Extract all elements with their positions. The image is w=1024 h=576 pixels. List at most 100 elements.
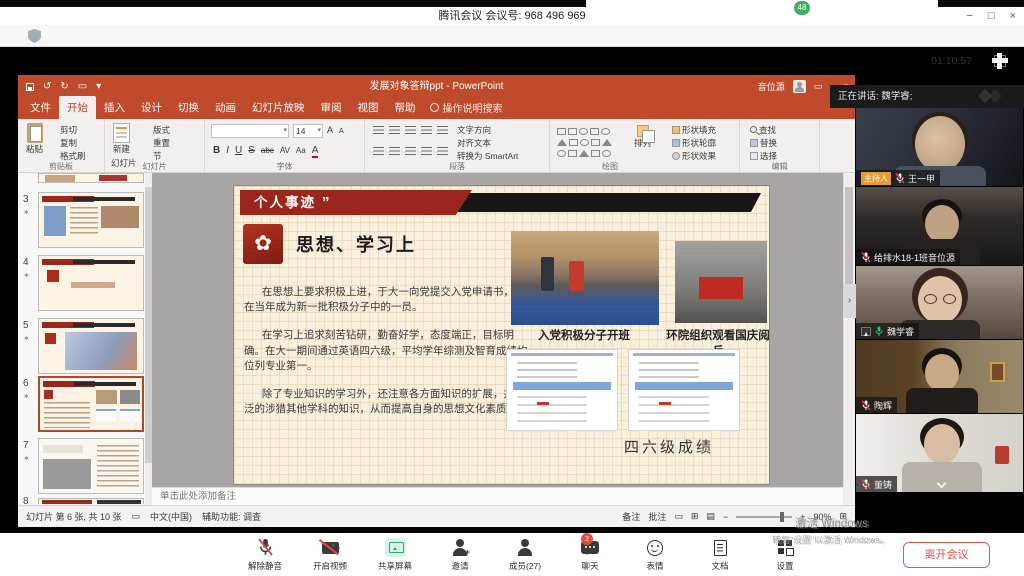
tab-home[interactable]: 开始 xyxy=(59,96,96,119)
shape-callout-icon[interactable] xyxy=(568,150,577,157)
list-buttons[interactable] xyxy=(373,126,448,134)
italic-button[interactable]: I xyxy=(226,145,229,156)
tab-file[interactable]: 文件 xyxy=(22,96,59,119)
strike-button[interactable]: S xyxy=(248,145,255,156)
chat-button[interactable]: 2 聊天 xyxy=(563,537,617,572)
tab-transitions[interactable]: 切换 xyxy=(170,96,207,119)
align-right-icon[interactable] xyxy=(405,147,416,155)
shape-rect2-icon[interactable] xyxy=(568,128,577,135)
accessibility-status[interactable]: 辅助功能: 调查 xyxy=(202,510,261,523)
arrange-button[interactable]: 排列 xyxy=(634,125,651,149)
tell-me-search[interactable]: 操作说明搜索 xyxy=(424,96,509,119)
participant-video-1[interactable]: 主持人 王一甲 xyxy=(856,108,1023,186)
undo-icon[interactable]: ↺ xyxy=(43,81,51,92)
indent-decrease-icon[interactable] xyxy=(405,126,416,134)
thumbnail-slide-6-selected[interactable] xyxy=(38,376,144,432)
canvas-scrollbar-thumb[interactable] xyxy=(845,187,853,297)
layout-button[interactable]: 版式 xyxy=(153,124,170,136)
mic-options-caret-icon[interactable]: ▲ xyxy=(265,542,271,548)
change-case-button[interactable]: Aa xyxy=(296,146,306,155)
copy-button[interactable]: 复制 xyxy=(60,137,77,149)
shape-triangle-icon[interactable] xyxy=(557,139,567,146)
invite-button[interactable]: + 邀请 xyxy=(433,537,487,572)
participant-video-5[interactable]: 董铸 xyxy=(856,414,1023,492)
notification-badge[interactable]: 48 xyxy=(793,0,811,16)
notes-toggle[interactable]: 备注 xyxy=(622,510,640,523)
strikethrough-abc-button[interactable]: abc xyxy=(261,146,274,155)
bold-button[interactable]: B xyxy=(213,145,220,156)
ppt-account-name[interactable]: 音位源 xyxy=(758,80,785,93)
shape-outline-button[interactable]: 形状轮廓 xyxy=(672,137,716,149)
bullets-icon[interactable] xyxy=(373,126,384,134)
text-direction-button[interactable]: 文字方向 xyxy=(457,124,491,136)
find-button[interactable]: 查找 xyxy=(750,124,776,136)
shape-line-icon[interactable] xyxy=(591,150,600,157)
qat-caret-icon[interactable]: ▾ xyxy=(96,81,101,92)
ribbon-options-icon[interactable]: ▭ xyxy=(814,81,823,92)
cut-button[interactable]: 剪切 xyxy=(60,124,77,136)
shape-flow-icon[interactable] xyxy=(579,150,589,157)
font-grow-shrink[interactable]: AA xyxy=(327,125,344,135)
replace-button[interactable]: 替换 xyxy=(750,137,777,149)
shape-ellipse-icon[interactable] xyxy=(580,139,589,146)
minimize-icon[interactable]: − xyxy=(966,10,972,22)
font-name-combo[interactable] xyxy=(211,124,289,138)
shapes-gallery[interactable] xyxy=(556,125,630,158)
tab-insert[interactable]: 插入 xyxy=(96,96,133,119)
align-text-button[interactable]: 对齐文本 xyxy=(457,137,491,149)
char-spacing-button[interactable]: AV xyxy=(280,146,290,155)
columns-icon[interactable] xyxy=(437,147,448,155)
new-slide-button[interactable]: 新建 xyxy=(113,123,130,155)
maximize-icon[interactable]: □ xyxy=(988,10,995,22)
participant-video-3[interactable]: 魏学睿 xyxy=(856,266,1023,339)
save-icon[interactable] xyxy=(26,83,34,91)
reactions-button[interactable]: 表情 xyxy=(628,537,682,572)
notes-pane[interactable]: 单击此处添加备注 xyxy=(152,487,843,505)
fullscreen-icon[interactable] xyxy=(994,55,1006,67)
tab-animations[interactable]: 动画 xyxy=(207,96,244,119)
view-reading-icon[interactable]: ▤ xyxy=(706,511,715,522)
leave-meeting-button[interactable]: 离开会议 xyxy=(903,542,990,568)
underline-button[interactable]: U xyxy=(235,145,242,156)
reset-button[interactable]: 重置 xyxy=(153,137,170,149)
unmute-button[interactable]: ▲ 解除静音 xyxy=(238,537,292,572)
members-button[interactable]: 成员(27) xyxy=(498,537,552,572)
participant-video-4[interactable]: 陶辉 xyxy=(856,340,1023,413)
zoom-out-icon[interactable]: − xyxy=(723,512,728,522)
account-avatar[interactable] xyxy=(793,80,806,93)
sidebar-collapse-handle[interactable]: › xyxy=(843,284,856,318)
font-color-button[interactable]: A xyxy=(312,145,319,158)
shape-triangle2-icon[interactable] xyxy=(602,139,612,146)
close-icon[interactable]: × xyxy=(1010,10,1016,22)
participant-video-2[interactable]: 给排水18-1班音位源 xyxy=(856,187,1023,265)
panel-scrollbar-thumb[interactable] xyxy=(145,187,152,463)
font-size-combo[interactable]: 14 xyxy=(293,124,323,138)
paste-button[interactable]: 粘贴 xyxy=(26,123,43,155)
indent-increase-icon[interactable] xyxy=(421,126,432,134)
shape-arc-icon[interactable] xyxy=(602,150,611,157)
align-buttons[interactable] xyxy=(373,147,448,155)
numbering-icon[interactable] xyxy=(389,126,400,134)
shape-oval-icon[interactable] xyxy=(579,128,588,135)
tab-view[interactable]: 视图 xyxy=(350,96,387,119)
tab-review[interactable]: 审阅 xyxy=(313,96,350,119)
tab-help[interactable]: 帮助 xyxy=(387,96,424,119)
language-status[interactable]: 中文(中国) xyxy=(150,510,192,523)
align-center-icon[interactable] xyxy=(389,147,400,155)
thumbnail-slide-2-partial[interactable] xyxy=(38,173,144,183)
camera-options-caret-icon[interactable]: ▲ xyxy=(331,542,337,548)
shape-frame-icon[interactable] xyxy=(590,128,599,135)
present-icon[interactable]: ▭ xyxy=(78,81,87,92)
line-spacing-icon[interactable] xyxy=(437,126,448,134)
tab-design[interactable]: 设计 xyxy=(133,96,170,119)
tab-slideshow[interactable]: 幻灯片放映 xyxy=(244,96,313,119)
redo-icon[interactable]: ↻ xyxy=(60,81,68,92)
share-screen-button[interactable]: 共享屏幕 xyxy=(368,537,422,572)
shape-fill-button[interactable]: 形状填充 xyxy=(672,124,716,136)
thumbnail-slide-7[interactable] xyxy=(38,438,144,494)
shape-rect-icon[interactable] xyxy=(557,128,566,135)
view-sorter-icon[interactable]: ⊞ xyxy=(691,511,699,522)
thumbnail-slide-4[interactable] xyxy=(38,255,144,311)
shape-arrow-icon[interactable] xyxy=(591,139,600,146)
spellcheck-icon[interactable]: ▭ xyxy=(132,511,141,522)
